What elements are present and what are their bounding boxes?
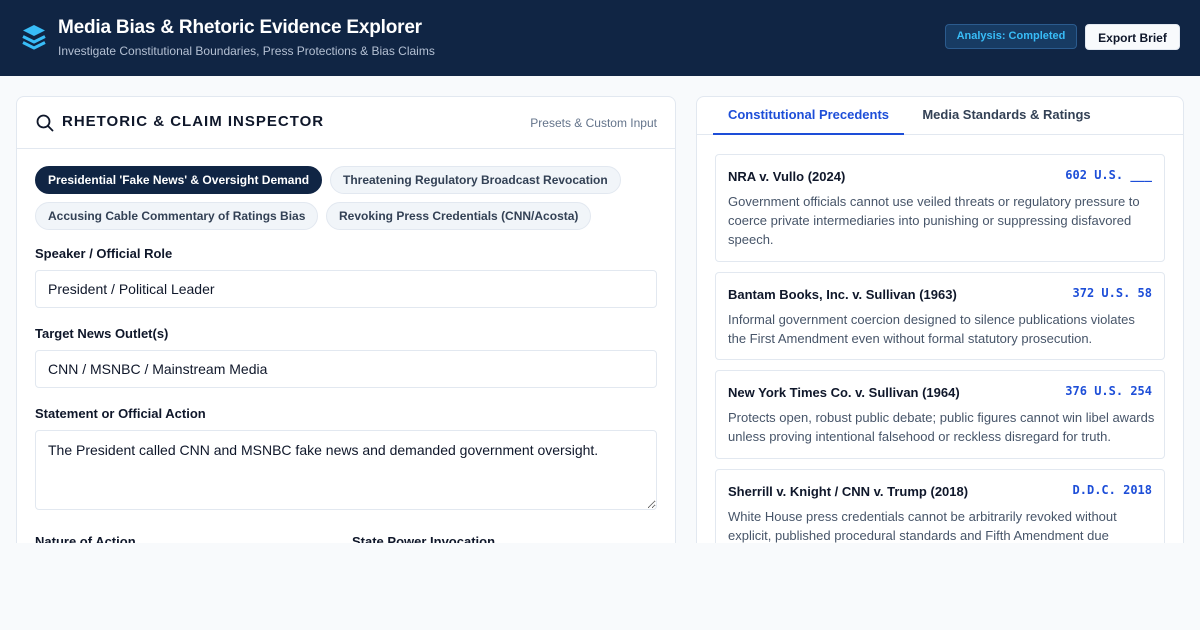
case-citation: 372 U.S. 58 <box>1072 286 1152 300</box>
preset-broadcast-revocation-chip[interactable]: Threatening Regulatory Broadcast Revocat… <box>330 166 621 194</box>
layers-icon <box>22 25 46 50</box>
case-description: Government officials cannot use veiled t… <box>728 194 1140 247</box>
case-description: Informal government coercion designed to… <box>728 312 1135 346</box>
status-badge: Analysis: Completed <box>945 24 1077 49</box>
case-card[interactable]: Bantam Books, Inc. v. Sullivan (1963) 37… <box>715 272 1165 360</box>
nature-of-action-label: Nature of Action <box>35 534 136 543</box>
state-power-label: State Power Invocation <box>352 534 496 543</box>
preset-fake-news-chip[interactable]: Presidential 'Fake News' & Oversight Dem… <box>35 166 323 194</box>
case-citation: D.D.C. 2018 <box>1072 483 1152 497</box>
speaker-label: Speaker / Official Role <box>35 246 173 261</box>
evidence-panel: Constitutional Precedents Media Standard… <box>696 96 1184 543</box>
case-name: Sherrill v. Knight / CNN v. Trump (2018) <box>728 484 969 499</box>
case-name: Bantam Books, Inc. v. Sullivan (1963) <box>728 287 957 302</box>
case-name: New York Times Co. v. Sullivan (1964) <box>728 385 960 400</box>
evidence-tabs: Constitutional Precedents Media Standard… <box>697 97 1183 135</box>
case-card[interactable]: Sherrill v. Knight / CNN v. Trump (2018)… <box>715 469 1165 543</box>
case-name: NRA v. Vullo (2024) <box>728 169 846 184</box>
tab-constitutional-precedents[interactable]: Constitutional Precedents <box>713 97 904 135</box>
app-title: Media Bias & Rhetoric Evidence Explorer <box>58 17 422 38</box>
case-card[interactable]: NRA v. Vullo (2024) 602 U.S. ___ Governm… <box>715 154 1165 262</box>
target-outlet-label: Target News Outlet(s) <box>35 326 169 341</box>
case-citation: 376 U.S. 254 <box>1065 384 1152 398</box>
tab-media-standards[interactable]: Media Standards & Ratings <box>908 97 1105 135</box>
case-description: White House press credentials cannot be … <box>728 509 1117 543</box>
inspector-hint: Presets & Custom Input <box>530 116 657 130</box>
app-header: Media Bias & Rhetoric Evidence Explorer … <box>0 0 1200 76</box>
inspector-header: RHETORIC & CLAIM INSPECTOR Presets & Cus… <box>17 97 675 149</box>
search-icon <box>36 114 54 132</box>
inspector-title: RHETORIC & CLAIM INSPECTOR <box>62 113 325 130</box>
preset-ratings-bias-chip[interactable]: Accusing Cable Commentary of Ratings Bia… <box>35 202 319 230</box>
statement-textarea[interactable]: The President called CNN and MSNBC fake … <box>35 430 657 510</box>
case-citation: 602 U.S. ___ <box>1065 168 1152 182</box>
preset-press-credentials-chip[interactable]: Revoking Press Credentials (CNN/Acosta) <box>326 202 592 230</box>
statement-label: Statement or Official Action <box>35 406 206 421</box>
case-card[interactable]: New York Times Co. v. Sullivan (1964) 37… <box>715 370 1165 459</box>
target-outlet-input[interactable]: CNN / MSNBC / Mainstream Media <box>35 350 657 388</box>
case-description: Protects open, robust public debate; pub… <box>728 410 1155 444</box>
export-brief-button[interactable]: Export Brief <box>1085 24 1180 50</box>
claim-inspector-panel: RHETORIC & CLAIM INSPECTOR Presets & Cus… <box>16 96 676 543</box>
speaker-input[interactable]: President / Political Leader <box>35 270 657 308</box>
app-subtitle: Investigate Constitutional Boundaries, P… <box>58 44 435 58</box>
